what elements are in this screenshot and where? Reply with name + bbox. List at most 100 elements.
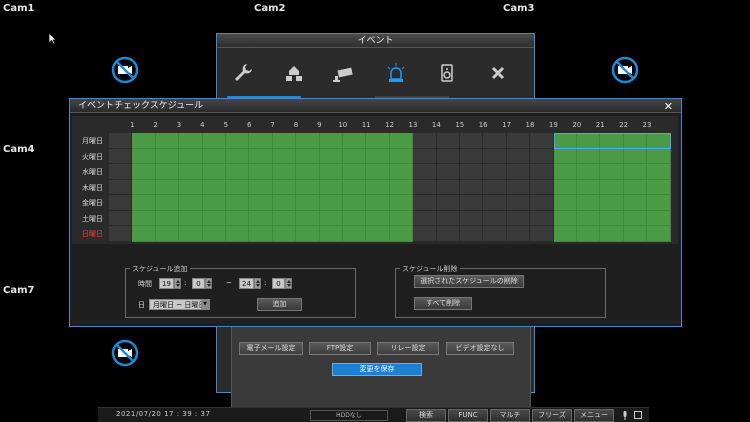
- save-changes-button[interactable]: 変更を保存: [332, 363, 422, 376]
- schedule-cell[interactable]: [413, 179, 437, 195]
- schedule-cell[interactable]: [226, 195, 250, 211]
- schedule-cell[interactable]: [506, 133, 531, 149]
- schedule-cell[interactable]: [647, 226, 671, 242]
- schedule-cell[interactable]: [483, 164, 507, 180]
- schedule-cell[interactable]: [343, 133, 367, 149]
- start-minute-input[interactable]: 0: [192, 278, 205, 289]
- record-indicator[interactable]: [634, 411, 642, 419]
- schedule-cell[interactable]: [600, 164, 624, 180]
- schedule-cell[interactable]: [202, 148, 226, 164]
- schedule-cell[interactable]: [249, 164, 273, 180]
- schedule-cell[interactable]: [296, 226, 320, 242]
- schedule-cell[interactable]: [366, 179, 390, 195]
- schedule-cell[interactable]: [296, 148, 320, 164]
- schedule-cell[interactable]: [366, 210, 390, 226]
- schedule-cell[interactable]: [202, 210, 226, 226]
- schedule-cell[interactable]: [436, 226, 460, 242]
- schedule-cell[interactable]: [296, 164, 320, 180]
- end-minute-input[interactable]: 0: [272, 278, 285, 289]
- schedule-cell[interactable]: [202, 179, 226, 195]
- schedule-cell[interactable]: [319, 133, 343, 149]
- schedule-cell[interactable]: [647, 195, 671, 211]
- schedule-cell[interactable]: [389, 179, 414, 195]
- relay-settings-button[interactable]: リレー設定: [377, 342, 439, 355]
- schedule-cell[interactable]: [249, 179, 273, 195]
- close-icon[interactable]: ✕: [664, 100, 673, 113]
- start-hour-input[interactable]: 19: [159, 278, 174, 289]
- schedule-cell[interactable]: [530, 133, 554, 149]
- schedule-cell[interactable]: [179, 210, 203, 226]
- schedule-cell[interactable]: [249, 210, 273, 226]
- schedule-cell[interactable]: [530, 210, 554, 226]
- schedule-cell[interactable]: [132, 195, 156, 211]
- schedule-cell[interactable]: [623, 210, 648, 226]
- schedule-cell[interactable]: [226, 179, 250, 195]
- schedule-cell[interactable]: [179, 226, 203, 242]
- email-settings-button[interactable]: 電子メール設定: [239, 342, 303, 355]
- schedule-cell[interactable]: [483, 133, 507, 149]
- schedule-cell[interactable]: [272, 195, 297, 211]
- schedule-cell[interactable]: [623, 133, 648, 149]
- menu-button[interactable]: メニュー: [574, 409, 614, 422]
- schedule-cell[interactable]: [343, 195, 367, 211]
- schedule-cell[interactable]: [179, 164, 203, 180]
- schedule-cell[interactable]: [460, 210, 484, 226]
- schedule-cell[interactable]: [436, 179, 460, 195]
- schedule-cell[interactable]: [436, 195, 460, 211]
- schedule-cell[interactable]: [389, 210, 414, 226]
- schedule-cell[interactable]: [343, 179, 367, 195]
- schedule-cell[interactable]: [506, 179, 531, 195]
- end-hour-input[interactable]: 24: [239, 278, 254, 289]
- schedule-cell[interactable]: [506, 195, 531, 211]
- schedule-cell[interactable]: [460, 148, 484, 164]
- schedule-cell[interactable]: [483, 195, 507, 211]
- schedule-cell[interactable]: [600, 226, 624, 242]
- alarm-icon[interactable]: [370, 56, 421, 90]
- schedule-cell[interactable]: [132, 210, 156, 226]
- delete-all-button[interactable]: すべて削除: [414, 297, 472, 310]
- schedule-cell[interactable]: [600, 133, 624, 149]
- schedule-cell[interactable]: [272, 133, 297, 149]
- schedule-cell[interactable]: [460, 195, 484, 211]
- schedule-cell[interactable]: [366, 195, 390, 211]
- schedule-cell[interactable]: [155, 179, 180, 195]
- schedule-cell[interactable]: [577, 148, 601, 164]
- schedule-cell[interactable]: [436, 148, 460, 164]
- schedule-cell[interactable]: [623, 195, 648, 211]
- schedule-cell[interactable]: [109, 210, 133, 226]
- schedule-cell[interactable]: [413, 133, 437, 149]
- schedule-cell[interactable]: [202, 226, 226, 242]
- schedule-cell[interactable]: [109, 164, 133, 180]
- schedule-cell[interactable]: [343, 164, 367, 180]
- start-minute-stepper[interactable]: [205, 278, 212, 289]
- schedule-cell[interactable]: [179, 179, 203, 195]
- schedule-cell[interactable]: [202, 195, 226, 211]
- camera-icon[interactable]: [319, 56, 370, 90]
- schedule-cell[interactable]: [553, 148, 577, 164]
- network-icon[interactable]: [268, 56, 319, 90]
- schedule-cell[interactable]: [319, 195, 343, 211]
- schedule-cell[interactable]: [366, 164, 390, 180]
- ftp-settings-button[interactable]: FTP設定: [309, 342, 371, 355]
- schedule-cell[interactable]: [647, 164, 671, 180]
- schedule-cell[interactable]: [483, 210, 507, 226]
- schedule-cell[interactable]: [623, 148, 648, 164]
- schedule-cell[interactable]: [132, 164, 156, 180]
- schedule-cell[interactable]: [413, 226, 437, 242]
- schedule-cell[interactable]: [319, 179, 343, 195]
- schedule-cell[interactable]: [155, 195, 180, 211]
- schedule-cell[interactable]: [296, 195, 320, 211]
- schedule-cell[interactable]: [506, 164, 531, 180]
- schedule-cell[interactable]: [460, 179, 484, 195]
- schedule-cell[interactable]: [389, 195, 414, 211]
- speaker-icon[interactable]: [421, 56, 472, 90]
- schedule-cell[interactable]: [389, 164, 414, 180]
- schedule-cell[interactable]: [460, 164, 484, 180]
- schedule-cell[interactable]: [600, 179, 624, 195]
- schedule-cell[interactable]: [647, 133, 671, 149]
- schedule-cell[interactable]: [460, 226, 484, 242]
- start-hour-stepper[interactable]: [174, 278, 181, 289]
- schedule-cell[interactable]: [179, 195, 203, 211]
- schedule-cell[interactable]: [577, 210, 601, 226]
- schedule-cell[interactable]: [366, 148, 390, 164]
